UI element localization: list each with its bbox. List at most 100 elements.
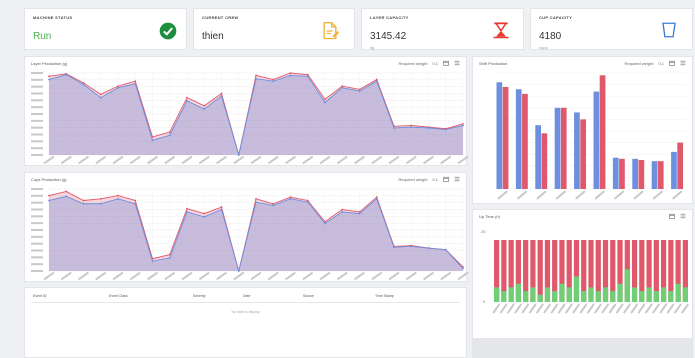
x-tick-label xyxy=(652,190,664,200)
bar xyxy=(580,119,587,189)
x-tick-label xyxy=(586,303,595,314)
bar xyxy=(588,287,594,302)
bar xyxy=(522,93,528,189)
data-point xyxy=(272,80,275,83)
x-tick-label xyxy=(659,303,668,314)
bar xyxy=(593,91,600,189)
data-point xyxy=(151,260,154,263)
table-header-date[interactable]: Date xyxy=(243,294,250,298)
bar xyxy=(530,287,536,302)
x-tick-label xyxy=(423,271,434,281)
data-point xyxy=(186,96,188,99)
x-tick-label xyxy=(129,271,141,281)
x-tick-label xyxy=(499,303,508,314)
empty-area xyxy=(472,339,693,358)
data-point xyxy=(427,247,430,249)
kpi-label: CUP CAPACITY xyxy=(539,15,573,20)
data-point xyxy=(341,208,344,211)
data-point xyxy=(324,101,326,104)
y-tick-label: 20 xyxy=(481,229,486,234)
x-tick-label xyxy=(129,155,141,165)
y-tick-label xyxy=(31,229,43,231)
data-point xyxy=(341,85,344,88)
bar xyxy=(501,291,507,302)
data-point xyxy=(186,99,188,102)
data-point xyxy=(427,127,430,129)
table-header-time-stamp[interactable]: Time Stamp xyxy=(375,294,394,298)
x-tick-label xyxy=(550,303,559,314)
x-tick-label xyxy=(514,303,523,314)
layers-scale-icon xyxy=(493,22,509,39)
x-tick-label xyxy=(267,271,279,281)
kpi-card-cup-capacity: CUP CAPACITY 4180 cups xyxy=(530,8,693,50)
data-point xyxy=(324,222,326,225)
x-tick-label xyxy=(521,303,530,314)
data-point xyxy=(410,126,413,129)
data-point xyxy=(99,197,102,200)
data-point xyxy=(117,197,119,200)
data-point xyxy=(410,245,413,248)
table-header-event-id[interactable]: Event ID xyxy=(33,294,46,298)
bar xyxy=(581,291,587,302)
kpi-label: MACHINE STATUS xyxy=(33,15,73,20)
x-tick-label xyxy=(579,303,588,314)
uptime-panel: Up Time (h) 20 0 xyxy=(472,209,693,339)
uptime-bar-chart: 20 0 xyxy=(481,229,690,314)
table-header-source[interactable]: Source xyxy=(303,294,314,298)
data-point xyxy=(168,134,171,137)
x-tick-label xyxy=(267,155,279,165)
data-point xyxy=(375,78,378,81)
data-point xyxy=(168,256,171,259)
bar xyxy=(619,158,625,189)
kpi-unit: kg xyxy=(370,45,375,50)
x-tick-label xyxy=(543,303,552,314)
data-point xyxy=(134,80,137,83)
y-tick-label xyxy=(31,249,43,252)
data-point xyxy=(203,104,206,107)
x-tick-label xyxy=(371,155,383,165)
y-tick-label xyxy=(31,92,43,95)
y-tick-label xyxy=(31,208,43,211)
y-tick-label xyxy=(31,99,43,102)
x-tick-label xyxy=(405,271,417,281)
data-point xyxy=(186,211,188,213)
y-tick-label xyxy=(31,270,43,272)
x-tick-label xyxy=(302,271,314,281)
y-tick-label xyxy=(31,188,43,190)
bar xyxy=(602,287,609,302)
y-tick-label xyxy=(31,256,43,259)
table-header-severity[interactable]: Severity xyxy=(193,294,206,298)
bar xyxy=(566,287,572,302)
x-tick-label xyxy=(405,155,417,165)
x-tick-label xyxy=(285,155,296,165)
data-point xyxy=(444,248,447,251)
data-point xyxy=(462,267,464,270)
data-point xyxy=(82,83,85,86)
x-tick-label xyxy=(440,271,452,281)
bar xyxy=(496,82,503,189)
kpi-card-current-crew: CURRENT CREW thien xyxy=(193,8,355,50)
x-tick-label xyxy=(250,271,262,281)
cups-area-chart xyxy=(31,188,469,281)
x-tick-label xyxy=(457,155,469,165)
data-point xyxy=(255,201,257,204)
data-point xyxy=(48,199,50,202)
y-tick-label xyxy=(31,154,43,156)
x-tick-label xyxy=(440,155,452,165)
table-header-event-class[interactable]: Event Class xyxy=(109,294,128,298)
bar xyxy=(508,287,514,302)
y-tick-label xyxy=(31,72,43,74)
data-point xyxy=(48,194,50,197)
bar xyxy=(639,291,645,302)
x-tick-label xyxy=(336,271,348,281)
x-tick-label xyxy=(608,303,617,314)
y-tick-label xyxy=(31,78,43,81)
bar xyxy=(541,133,548,189)
x-tick-label xyxy=(233,155,245,165)
bar xyxy=(494,287,500,302)
x-tick-label xyxy=(302,155,314,165)
x-tick-label xyxy=(164,271,176,281)
y-tick-label xyxy=(31,140,43,143)
bar xyxy=(657,161,664,189)
data-point xyxy=(99,96,102,99)
